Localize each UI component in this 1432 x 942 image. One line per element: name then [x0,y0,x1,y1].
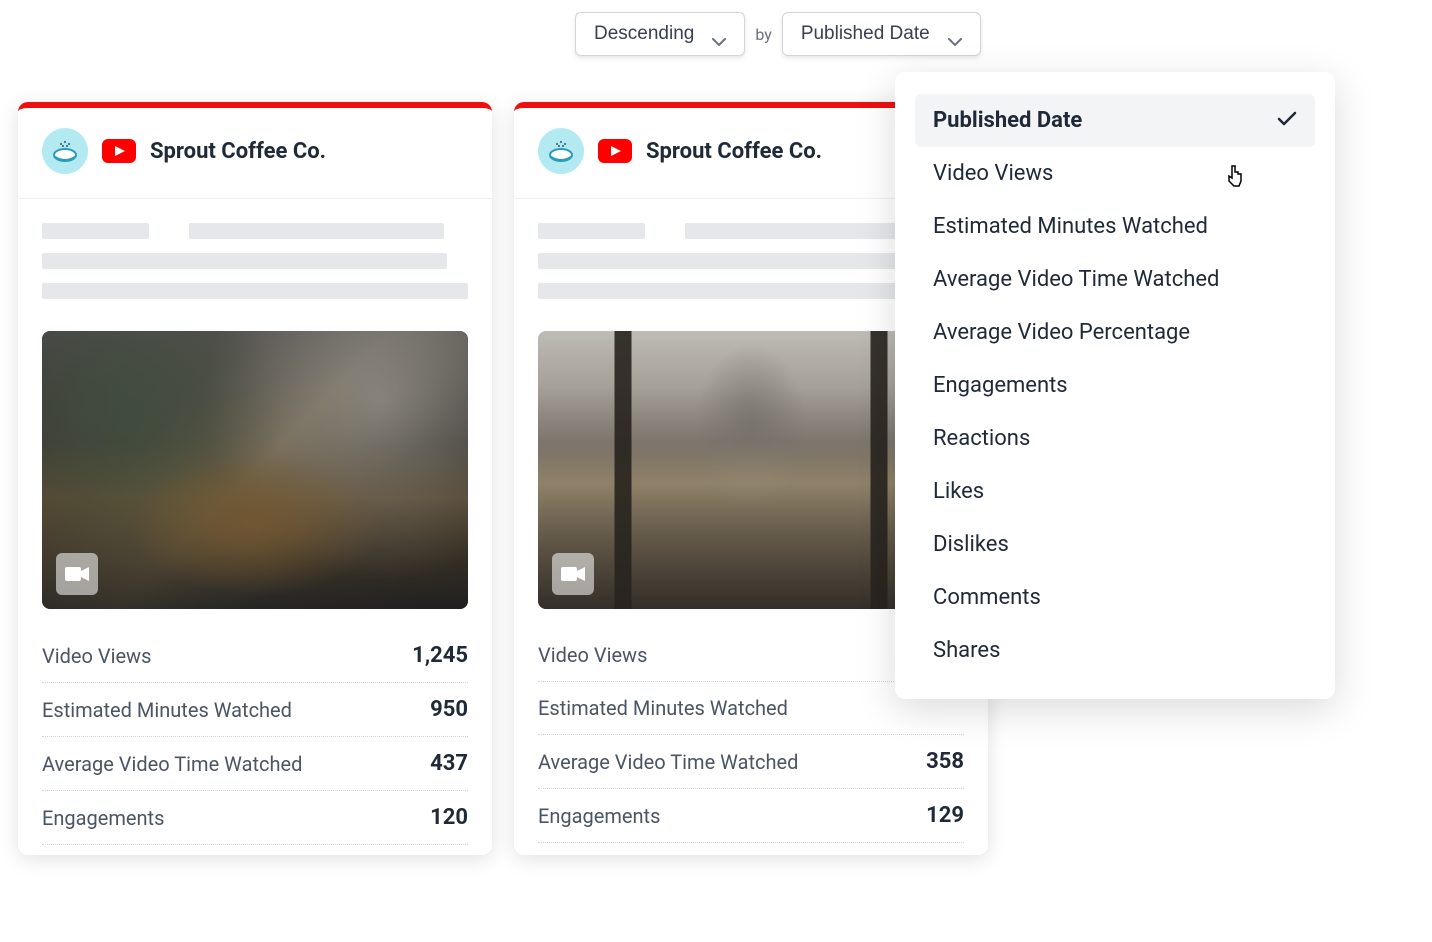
metric-label: Estimated Minutes Watched [538,696,788,720]
metric-row: Estimated Minutes Watched 950 [42,683,468,737]
video-icon [552,553,594,595]
dropdown-item-label: Likes [933,479,984,504]
sort-by-label: by [755,25,771,44]
metric-value: 950 [430,697,468,722]
metric-value: 437 [430,751,468,776]
metric-label: Average Video Time Watched [42,752,302,776]
metric-label: Video Views [538,643,647,667]
dropdown-item-shares[interactable]: Shares [915,624,1315,677]
metric-label: Engagements [538,804,660,828]
card-header: Sprout Coffee Co. [18,108,492,199]
dropdown-item-avg-video-percentage[interactable]: Average Video Percentage [915,306,1315,359]
dropdown-item-label: Video Views [933,161,1053,186]
dropdown-item-label: Comments [933,585,1041,610]
dropdown-item-comments[interactable]: Comments [915,571,1315,624]
sort-field-menu: Published Date Video Views Estimated Min… [895,72,1335,699]
metric-row: Engagements 120 [42,791,468,845]
metric-label: Engagements [42,806,164,830]
metric-value: 129 [926,803,964,828]
sort-controls: Descending by Published Date [575,12,981,56]
dropdown-item-dislikes[interactable]: Dislikes [915,518,1315,571]
sort-field-dropdown[interactable]: Published Date [782,12,981,56]
dropdown-item-reactions[interactable]: Reactions [915,412,1315,465]
metric-value: 1,245 [412,643,468,668]
video-card: Sprout Coffee Co. Video Views 1,245 Esti… [18,102,492,855]
youtube-icon [598,139,632,163]
video-thumbnail[interactable] [42,331,468,609]
dropdown-item-likes[interactable]: Likes [915,465,1315,518]
sort-direction-label: Descending [594,23,694,45]
metric-label: Estimated Minutes Watched [42,698,292,722]
cards-container: Sprout Coffee Co. Video Views 1,245 Esti… [18,102,988,855]
dropdown-item-label: Estimated Minutes Watched [933,214,1208,239]
dropdown-item-label: Published Date [933,108,1082,133]
dropdown-item-video-views[interactable]: Video Views [915,147,1315,200]
metrics-list: Video Views 1,245 Estimated Minutes Watc… [18,629,492,855]
cursor-pointer-icon [1224,164,1246,195]
channel-name: Sprout Coffee Co. [150,139,326,164]
metric-row: Average Video Time Watched 437 [42,737,468,791]
sort-field-label: Published Date [801,23,930,45]
metric-value: 358 [926,749,964,774]
video-icon [56,553,98,595]
dropdown-item-estimated-minutes[interactable]: Estimated Minutes Watched [915,200,1315,253]
sort-direction-dropdown[interactable]: Descending [575,12,745,56]
metric-label: Average Video Time Watched [538,750,798,774]
channel-name: Sprout Coffee Co. [646,139,822,164]
chevron-down-icon [712,30,726,38]
dropdown-item-label: Average Video Time Watched [933,267,1219,292]
dropdown-item-label: Dislikes [933,532,1009,557]
dropdown-item-label: Shares [933,638,1000,663]
metric-label: Video Views [42,644,151,668]
youtube-icon [102,139,136,163]
channel-logo [42,128,88,174]
dropdown-item-avg-video-time[interactable]: Average Video Time Watched [915,253,1315,306]
chevron-down-icon [948,30,962,38]
check-icon [1277,108,1297,133]
dropdown-item-engagements[interactable]: Engagements [915,359,1315,412]
dropdown-item-label: Reactions [933,426,1030,451]
dropdown-item-published-date[interactable]: Published Date [915,94,1315,147]
dropdown-item-label: Engagements [933,373,1068,398]
placeholder-title [18,199,492,323]
metric-row: Average Video Time Watched 358 [538,735,964,789]
metric-row: Engagements 129 [538,789,964,843]
channel-logo [538,128,584,174]
metric-row: Video Views 1,245 [42,629,468,683]
metric-value: 120 [430,805,468,830]
dropdown-item-label: Average Video Percentage [933,320,1190,345]
